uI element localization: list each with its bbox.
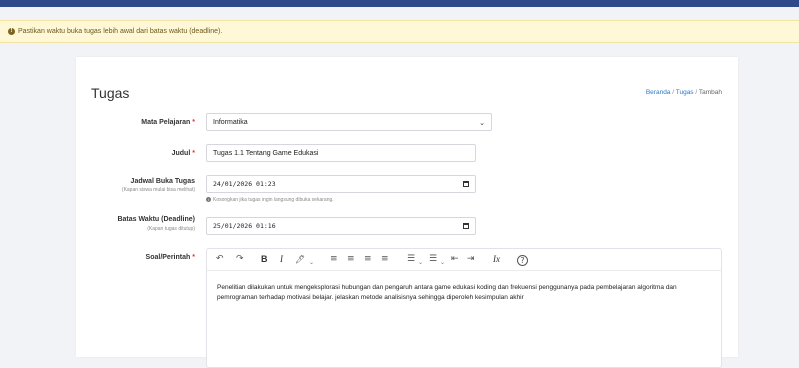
judul-label: Judul * bbox=[55, 150, 195, 157]
editor-toolbar: ↶ ↷ B I 🖊 ⌄ ≡ ≡ ≡ ≡ ☰ ⌄ ☰ ⌄ ⇤ ⇥ Ix ? bbox=[207, 249, 721, 271]
judul-label-text: Judul bbox=[171, 150, 191, 157]
undo-icon[interactable]: ↶ bbox=[216, 254, 224, 265]
alert-circle-icon: ! bbox=[8, 28, 15, 35]
breadcrumb-beranda[interactable]: Beranda bbox=[646, 89, 671, 96]
redo-icon[interactable]: ↷ bbox=[236, 254, 244, 265]
breadcrumb: Beranda / Tugas / Tambah bbox=[646, 89, 722, 96]
justify-icon[interactable]: ≡ bbox=[381, 254, 389, 265]
mata-pelajaran-label-text: Mata Pelajaran bbox=[141, 119, 191, 126]
chevron-down-icon: ⌄ bbox=[479, 120, 485, 127]
judul-value: Tugas 1.1 Tentang Game Edukasi bbox=[213, 149, 319, 157]
outdent-icon[interactable]: ⇤ bbox=[451, 254, 459, 265]
alert-text: Pastikan waktu buka tugas lebih awal dar… bbox=[18, 28, 223, 35]
align-left-icon[interactable]: ≡ bbox=[330, 254, 338, 265]
required-mark: * bbox=[192, 150, 195, 157]
warning-alert: ! Pastikan waktu buka tugas lebih awal d… bbox=[0, 20, 799, 43]
clear-format-icon[interactable]: Ix bbox=[493, 254, 500, 265]
calendar-icon[interactable] bbox=[463, 181, 469, 187]
batas-waktu-sublabel: (Kapan tugas ditutup) bbox=[147, 226, 195, 232]
breadcrumb-current: Tambah bbox=[698, 89, 722, 96]
numbered-list-icon[interactable]: ☰ bbox=[429, 254, 437, 265]
mata-pelajaran-label: Mata Pelajaran * bbox=[55, 119, 195, 126]
mata-pelajaran-select[interactable]: Informatika ⌄ bbox=[206, 113, 492, 131]
soal-label: Soal/Perintah * bbox=[55, 254, 195, 261]
rich-text-editor[interactable]: ↶ ↷ B I 🖊 ⌄ ≡ ≡ ≡ ≡ ☰ ⌄ ☰ ⌄ ⇤ ⇥ Ix ? Pen… bbox=[206, 248, 722, 368]
indent-icon[interactable]: ⇥ bbox=[467, 254, 475, 265]
form-card: Tugas Beranda / Tugas / Tambah Mata Pela… bbox=[76, 57, 738, 368]
page-title: Tugas bbox=[91, 85, 130, 101]
batas-waktu-label: Batas Waktu (Deadline) bbox=[117, 216, 195, 223]
bullet-list-dropdown-icon[interactable]: ⌄ bbox=[418, 257, 423, 268]
jadwal-buka-input[interactable]: 24/01/2026 01:23 bbox=[206, 175, 476, 193]
numbered-list-dropdown-icon[interactable]: ⌄ bbox=[440, 257, 445, 268]
jadwal-buka-sublabel: (Kapan siswa mulai bisa melihat) bbox=[121, 187, 195, 193]
bold-button[interactable]: B bbox=[261, 254, 268, 265]
editor-content[interactable]: Penelitian dilakukan untuk mengeksploras… bbox=[217, 283, 717, 302]
mata-pelajaran-value: Informatika bbox=[213, 118, 248, 126]
batas-waktu-input[interactable]: 25/01/2026 01:16 bbox=[206, 217, 476, 235]
highlight-icon[interactable]: 🖊 bbox=[295, 254, 305, 265]
jadwal-buka-value: 24/01/2026 01:23 bbox=[213, 180, 276, 188]
jadwal-buka-hint: i Kosongkan jika tugas ingin langsung dib… bbox=[206, 197, 334, 203]
highlight-dropdown-icon[interactable]: ⌄ bbox=[309, 257, 314, 268]
calendar-icon[interactable] bbox=[463, 223, 469, 229]
judul-input[interactable]: Tugas 1.1 Tentang Game Edukasi bbox=[206, 144, 476, 162]
soal-label-text: Soal/Perintah bbox=[145, 254, 191, 261]
jadwal-buka-label: Jadwal Buka Tugas bbox=[130, 178, 195, 185]
help-icon[interactable]: ? bbox=[517, 255, 528, 266]
batas-waktu-value: 25/01/2026 01:16 bbox=[213, 222, 276, 230]
required-mark: * bbox=[192, 254, 195, 261]
align-center-icon[interactable]: ≡ bbox=[347, 254, 355, 265]
align-right-icon[interactable]: ≡ bbox=[364, 254, 372, 265]
bullet-list-icon[interactable]: ☰ bbox=[407, 254, 415, 265]
jadwal-buka-hint-text: Kosongkan jika tugas ingin langsung dibu… bbox=[213, 197, 334, 203]
required-mark: * bbox=[192, 119, 195, 126]
italic-button[interactable]: I bbox=[280, 254, 283, 265]
info-icon: i bbox=[206, 197, 211, 203]
top-navbar bbox=[0, 0, 799, 7]
breadcrumb-tugas[interactable]: Tugas bbox=[676, 89, 694, 96]
